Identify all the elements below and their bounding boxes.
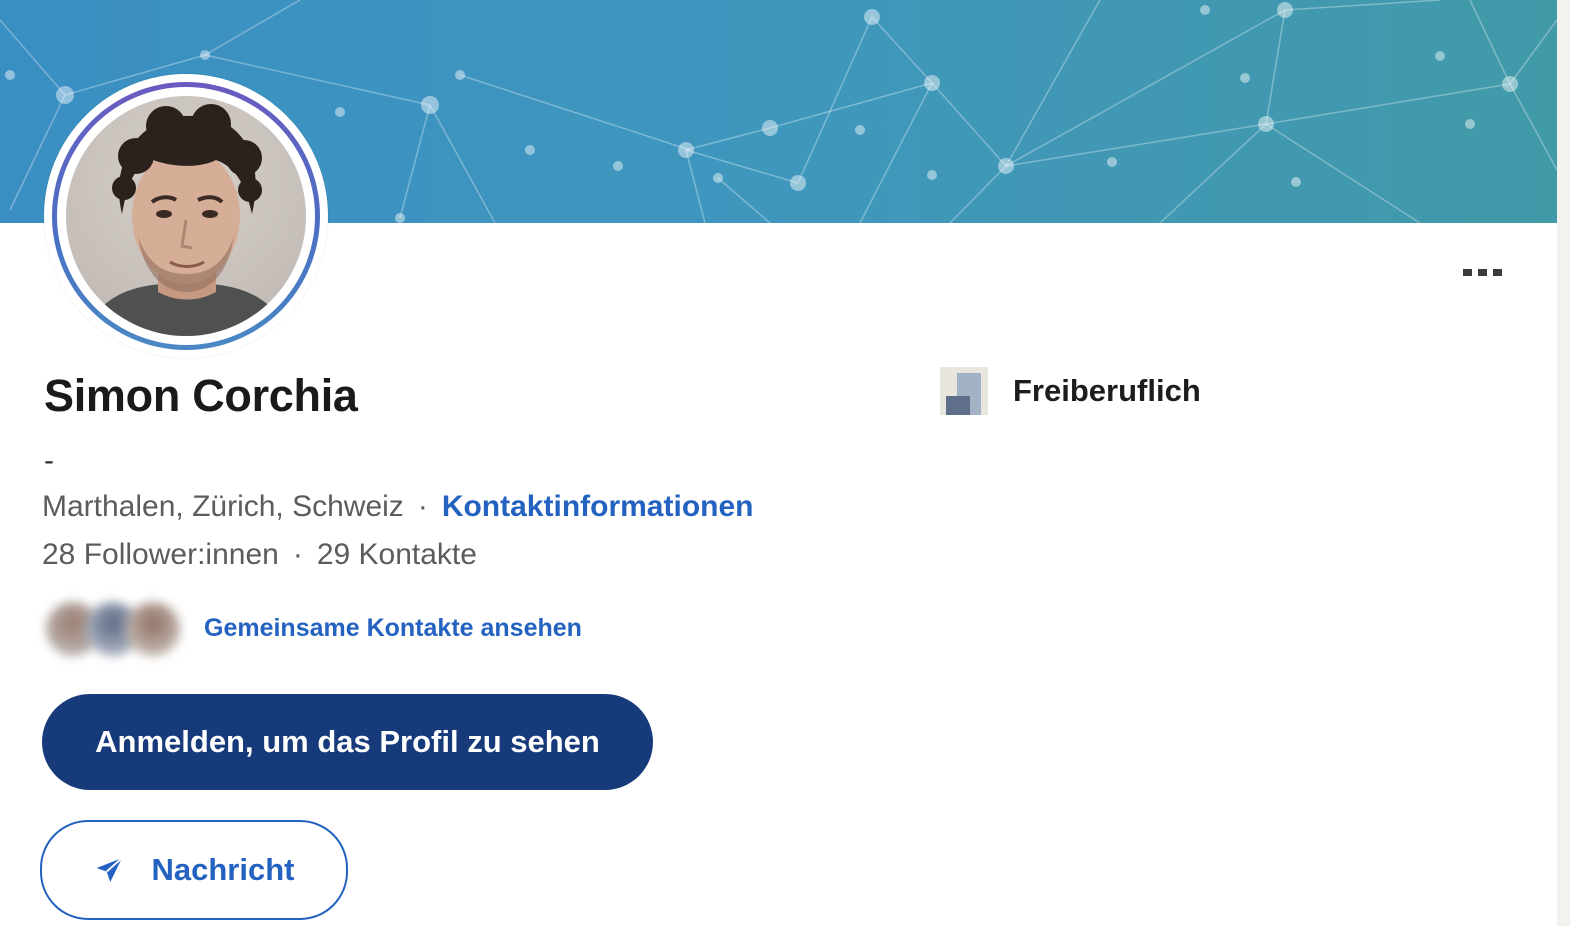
- signin-to-view-profile-button[interactable]: Anmelden, um das Profil zu sehen: [42, 694, 653, 790]
- contact-info-link[interactable]: Kontaktinformationen: [442, 490, 754, 523]
- message-button[interactable]: Nachricht: [40, 820, 348, 920]
- more-dots-icon: [1462, 268, 1472, 276]
- page-edge: [1557, 0, 1570, 926]
- profile-headline: -: [44, 444, 54, 477]
- view-mutual-connections-link[interactable]: Gemeinsame Kontakte ansehen: [204, 614, 582, 643]
- profile-photo: [44, 74, 328, 358]
- more-options-button[interactable]: [1450, 250, 1514, 294]
- stats-line: 28 Follower:innen · 29 Kontakte: [42, 538, 477, 572]
- mutual-avatar: [126, 602, 180, 656]
- company-name: Freiberuflich: [1013, 373, 1201, 408]
- profile-name: Simon Corchia: [44, 370, 358, 421]
- paper-plane-icon: [96, 857, 123, 882]
- separator-dot: ·: [417, 490, 428, 523]
- avatar: [66, 96, 306, 336]
- separator-dot: ·: [292, 538, 303, 571]
- followers-count: 28 Follower:innen: [42, 538, 279, 571]
- location-line: Marthalen, Zürich, Schweiz · Kontaktinform…: [42, 490, 753, 524]
- message-button-label: Nachricht: [151, 852, 295, 887]
- signin-button-label: Anmelden, um das Profil zu sehen: [95, 724, 600, 759]
- connections-count[interactable]: 29 Kontakte: [317, 538, 477, 571]
- location-text: Marthalen, Zürich, Schweiz: [42, 490, 404, 523]
- current-company[interactable]: Freiberuflich: [940, 367, 1201, 415]
- mutual-connection-avatars[interactable]: [46, 598, 182, 660]
- company-logo-icon: [940, 367, 988, 415]
